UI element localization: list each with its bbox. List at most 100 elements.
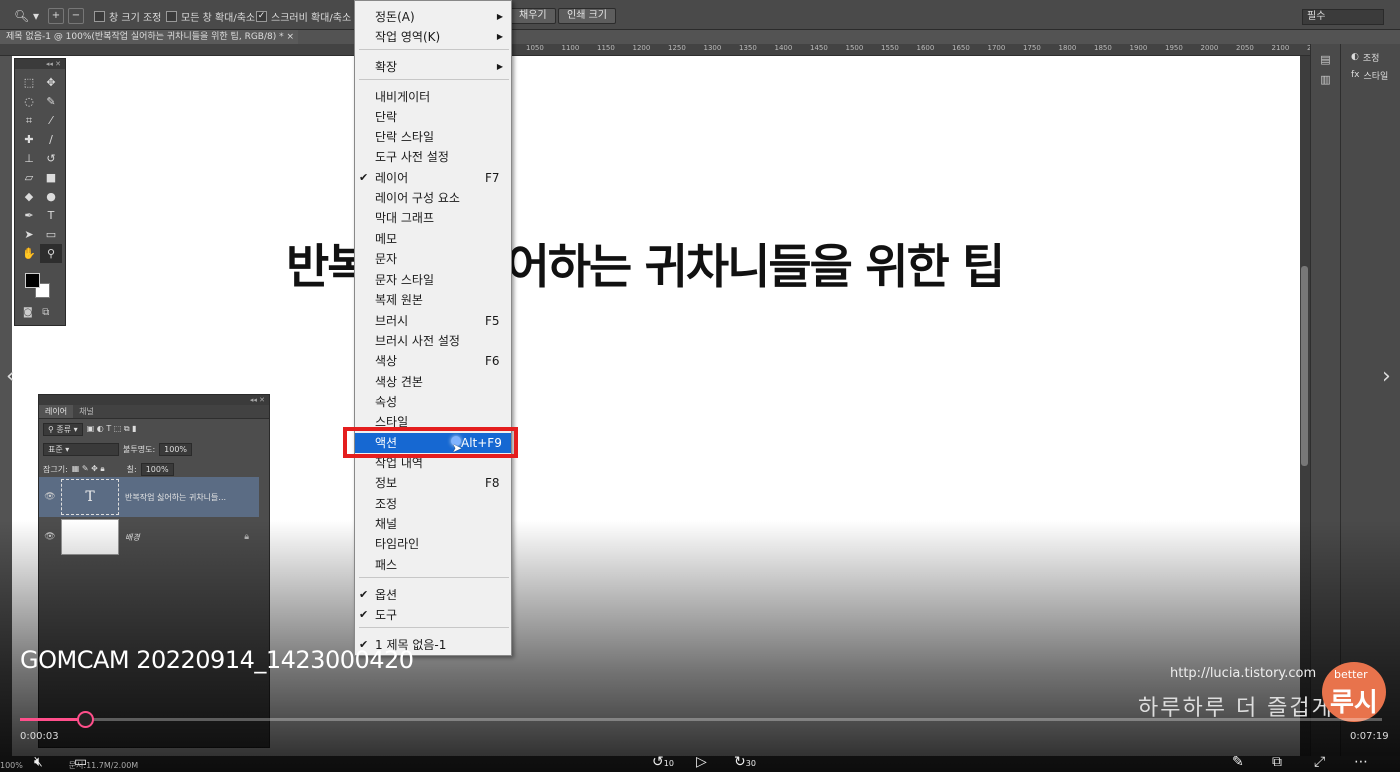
tab-layers[interactable]: 레이어 bbox=[39, 405, 74, 418]
crop-tool-icon[interactable]: ⌗ bbox=[18, 111, 40, 130]
menu-item-label: 브러시 사전 설정 bbox=[375, 334, 460, 348]
menu-item-label: 레이어 구성 요소 bbox=[375, 191, 460, 205]
filter-icons[interactable]: ▣ ◐ T ⬚ ⧉ ▮ bbox=[87, 424, 137, 434]
seek-bar[interactable] bbox=[20, 711, 1382, 728]
menu-item[interactable]: 브러시 F5 bbox=[355, 311, 511, 331]
quick-select-tool-icon[interactable]: ✎ bbox=[40, 92, 62, 111]
layer-row-text[interactable]: 👁︎ T 반복작업 싫어하는 귀차니들... bbox=[39, 477, 259, 517]
next-arrow-icon[interactable]: › bbox=[1382, 364, 1391, 389]
menu-item[interactable]: ✔ 레이어 F7 bbox=[355, 168, 511, 188]
eyedropper-tool-icon[interactable]: ⁄ bbox=[40, 111, 62, 130]
menu-shortcut: F6 bbox=[485, 354, 500, 368]
move-tool-icon[interactable]: ✥ bbox=[40, 73, 62, 92]
pen-tool-icon[interactable]: ✒ bbox=[18, 206, 40, 225]
ruler-tick-label: 2100 bbox=[1271, 44, 1290, 52]
fill-input[interactable]: 100% bbox=[140, 462, 174, 476]
menu-item[interactable]: 정돈(A) ▶ bbox=[355, 7, 511, 27]
rewind-icon[interactable]: ↺10 bbox=[652, 754, 674, 770]
total-time: 0:07:19 bbox=[1350, 731, 1389, 742]
window-menu: 정돈(A) ▶ 작업 영역(K) ▶ 확장 ▶ 내비게이터 단락 단락 스타일 도구 사전 설정 ✔… bbox=[354, 0, 512, 656]
panel-icon[interactable]: ▤ bbox=[1311, 50, 1340, 70]
pip-icon[interactable]: ⧉ bbox=[1272, 754, 1282, 770]
menu-item[interactable]: 막대 그래프 bbox=[355, 208, 511, 228]
menu-item[interactable]: 확장 ▶ bbox=[355, 57, 511, 77]
menu-item[interactable]: 문자 bbox=[355, 249, 511, 269]
fit-window-checkbox[interactable]: 창 크기 조정 bbox=[94, 9, 161, 24]
forward-icon[interactable]: ↻30 bbox=[734, 754, 756, 770]
shape-tool-icon[interactable]: ▭ bbox=[40, 225, 62, 244]
hand-tool-icon[interactable]: ✋ bbox=[18, 244, 40, 263]
blend-mode-select[interactable]: 표준 ▾ bbox=[43, 442, 119, 456]
history-brush-icon[interactable]: ↺ bbox=[40, 149, 62, 168]
ruler-tick-label: 1600 bbox=[916, 44, 935, 52]
panel-icon[interactable]: ▥ bbox=[1311, 70, 1340, 90]
styles-panel-button[interactable]: fx 스타일 bbox=[1341, 66, 1400, 84]
menu-item[interactable]: 속성 bbox=[355, 392, 511, 412]
layer-filter-select[interactable]: ⚲ 종류 ▾ bbox=[43, 422, 83, 436]
zoom-tool-icon[interactable]: ⚲ bbox=[40, 244, 62, 263]
status-bar: 100% 문서:11.7M/2.00M bbox=[0, 761, 139, 770]
quick-mask-icon[interactable]: ◙ ⧉ bbox=[23, 307, 49, 318]
panel-collapse-icon[interactable]: ◂◂ ✕ bbox=[39, 395, 269, 405]
menu-item[interactable]: 작업 영역(K) ▶ bbox=[355, 27, 511, 47]
tab-channels[interactable]: 채널 bbox=[73, 405, 100, 418]
scrollbar-thumb[interactable] bbox=[1301, 266, 1308, 466]
scrubby-zoom-checkbox[interactable]: ✓ 스크러비 확대/축소 bbox=[256, 9, 351, 24]
eraser-tool-icon[interactable]: ▱ bbox=[18, 168, 40, 187]
menu-item[interactable]: 내비게이터 bbox=[355, 87, 511, 107]
marquee-tool-icon[interactable]: ⬚ bbox=[18, 73, 40, 92]
play-icon[interactable]: ▷ bbox=[696, 754, 707, 770]
menu-item[interactable]: 조정 bbox=[355, 494, 511, 514]
menu-item-label: 막대 그래프 bbox=[375, 211, 435, 225]
path-select-tool-icon[interactable]: ➤ bbox=[18, 225, 40, 244]
menu-item[interactable]: 색상 F6 bbox=[355, 351, 511, 371]
lasso-tool-icon[interactable]: ◌ bbox=[18, 92, 40, 111]
menu-item[interactable]: 단락 스타일 bbox=[355, 127, 511, 147]
menu-item[interactable]: 문자 스타일 bbox=[355, 270, 511, 290]
gradient-tool-icon[interactable]: ■ bbox=[40, 168, 62, 187]
fill-screen-button[interactable]: 채우기 bbox=[510, 8, 556, 24]
zoom-in-icon[interactable]: + bbox=[48, 8, 64, 24]
zoom-out-icon[interactable]: − bbox=[68, 8, 84, 24]
menu-item[interactable]: 단락 bbox=[355, 107, 511, 127]
menu-item[interactable]: ✔ 옵션 bbox=[355, 585, 511, 605]
document-tab[interactable]: 제목 없음-1 @ 100%(반복작업 실어하는 귀차니들을 위한 팁, RGB… bbox=[0, 30, 298, 44]
brush-tool-icon[interactable]: ∕ bbox=[40, 130, 62, 149]
menu-item[interactable]: 색상 견본 bbox=[355, 372, 511, 392]
zoom-tool-icon[interactable]: 🔍︎ ▾ bbox=[14, 9, 39, 23]
menu-item[interactable]: 메모 bbox=[355, 229, 511, 249]
type-tool-icon[interactable]: T bbox=[40, 206, 62, 225]
foreground-color-swatch[interactable] bbox=[25, 273, 40, 288]
workspace-select[interactable]: 필수 bbox=[1302, 9, 1384, 25]
menu-item[interactable]: 정보 F8 bbox=[355, 473, 511, 493]
menu-item[interactable]: ✔ 도구 bbox=[355, 605, 511, 625]
menu-item[interactable]: 타임라인 bbox=[355, 534, 511, 554]
adjustments-panel-button[interactable]: ◐ 조정 bbox=[1341, 48, 1400, 66]
menu-item[interactable]: 채널 bbox=[355, 514, 511, 534]
menu-item[interactable]: 레이어 구성 요소 bbox=[355, 188, 511, 208]
print-size-button[interactable]: 인쇄 크기 bbox=[558, 8, 616, 24]
fullscreen-icon[interactable]: ⤢ bbox=[1314, 754, 1325, 770]
menu-item[interactable]: 복제 원본 bbox=[355, 290, 511, 310]
menu-item[interactable]: 브러시 사전 설정 bbox=[355, 331, 511, 351]
mouse-pointer-icon: ➤ bbox=[452, 441, 463, 455]
opacity-input[interactable]: 100% bbox=[159, 442, 193, 456]
seek-knob[interactable] bbox=[77, 711, 94, 728]
pen-icon[interactable]: ✎ bbox=[1232, 754, 1244, 770]
mute-icon[interactable]: 🔇︎ bbox=[34, 754, 43, 770]
healing-tool-icon[interactable]: ✚ bbox=[18, 130, 40, 149]
prev-arrow-icon[interactable]: ‹ bbox=[6, 364, 15, 389]
menu-item[interactable]: 도구 사전 설정 bbox=[355, 147, 511, 167]
more-icon[interactable]: ⋯ bbox=[1354, 754, 1368, 770]
close-tab-icon[interactable]: × bbox=[286, 30, 294, 44]
menu-item[interactable]: 패스 bbox=[355, 555, 511, 575]
panel-collapse-icon[interactable]: ◂◂ ✕ bbox=[15, 59, 65, 69]
visibility-eye-icon[interactable]: 👁︎ bbox=[39, 492, 61, 502]
blur-tool-icon[interactable]: ◆ bbox=[18, 187, 40, 206]
lock-icons[interactable]: ▦ ✎ ✥ 🔒︎ bbox=[72, 464, 105, 474]
stamp-tool-icon[interactable]: ⊥ bbox=[18, 149, 40, 168]
menu-item-label: 정보 bbox=[375, 476, 398, 490]
all-windows-checkbox[interactable]: 모든 창 확대/축소 bbox=[166, 9, 255, 24]
subtitle-icon[interactable]: ▭ bbox=[74, 754, 87, 770]
dodge-tool-icon[interactable]: ● bbox=[40, 187, 62, 206]
